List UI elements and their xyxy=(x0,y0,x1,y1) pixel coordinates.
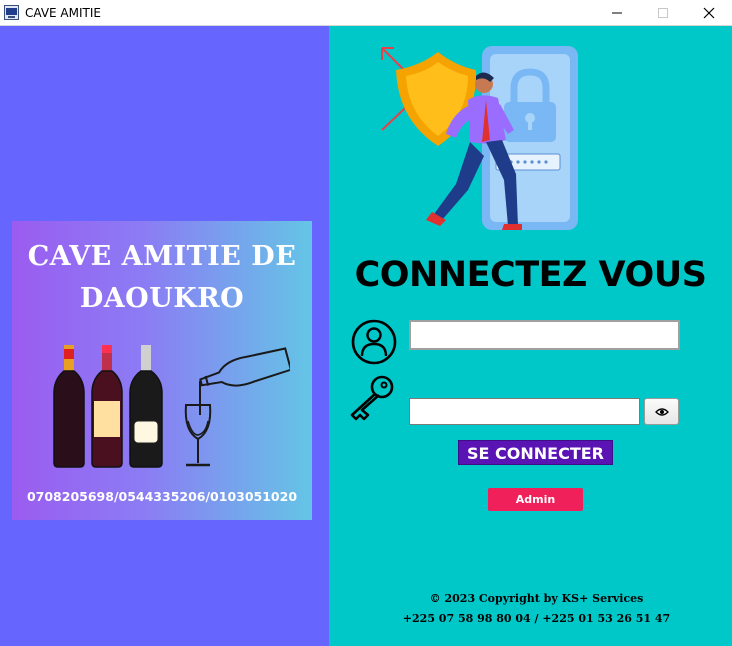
window-title: CAVE AMITIE xyxy=(25,6,101,20)
app-icon xyxy=(4,5,19,20)
close-button[interactable] xyxy=(686,0,732,26)
close-icon xyxy=(703,7,715,19)
key-icon xyxy=(350,375,394,421)
minimize-button[interactable] xyxy=(594,0,640,26)
user-icon xyxy=(351,319,397,365)
maximize-button[interactable] xyxy=(640,0,686,26)
brand-title-line1: CAVE AMITIE DE xyxy=(27,241,297,272)
maximize-icon xyxy=(658,8,668,18)
brand-title-line2: DAOUKRO xyxy=(79,283,245,314)
eye-icon xyxy=(654,407,669,416)
username-input[interactable] xyxy=(409,320,680,350)
login-heading: CONNECTEZ VOUS xyxy=(354,255,707,295)
copyright-text: © 2023 Copyright by KS+ Services xyxy=(429,592,644,605)
connect-button[interactable]: SE CONNECTER xyxy=(458,440,613,465)
security-illustration xyxy=(381,46,578,230)
brand-card: CAVE AMITIE DE DAOUKRO 0708205698/054433… xyxy=(12,221,312,520)
title-bar: CAVE AMITIE xyxy=(0,0,732,26)
password-input[interactable] xyxy=(409,398,640,425)
contact-phone-text: +225 07 58 98 80 04 / +225 01 53 26 51 4… xyxy=(402,612,671,625)
phone-numbers: 0708205698/0544335206/0103051020 xyxy=(26,489,298,504)
show-password-button[interactable] xyxy=(644,398,679,425)
admin-button[interactable]: Admin xyxy=(488,488,583,511)
minimize-icon xyxy=(612,12,622,14)
wine-bottles-illustration xyxy=(53,345,290,468)
